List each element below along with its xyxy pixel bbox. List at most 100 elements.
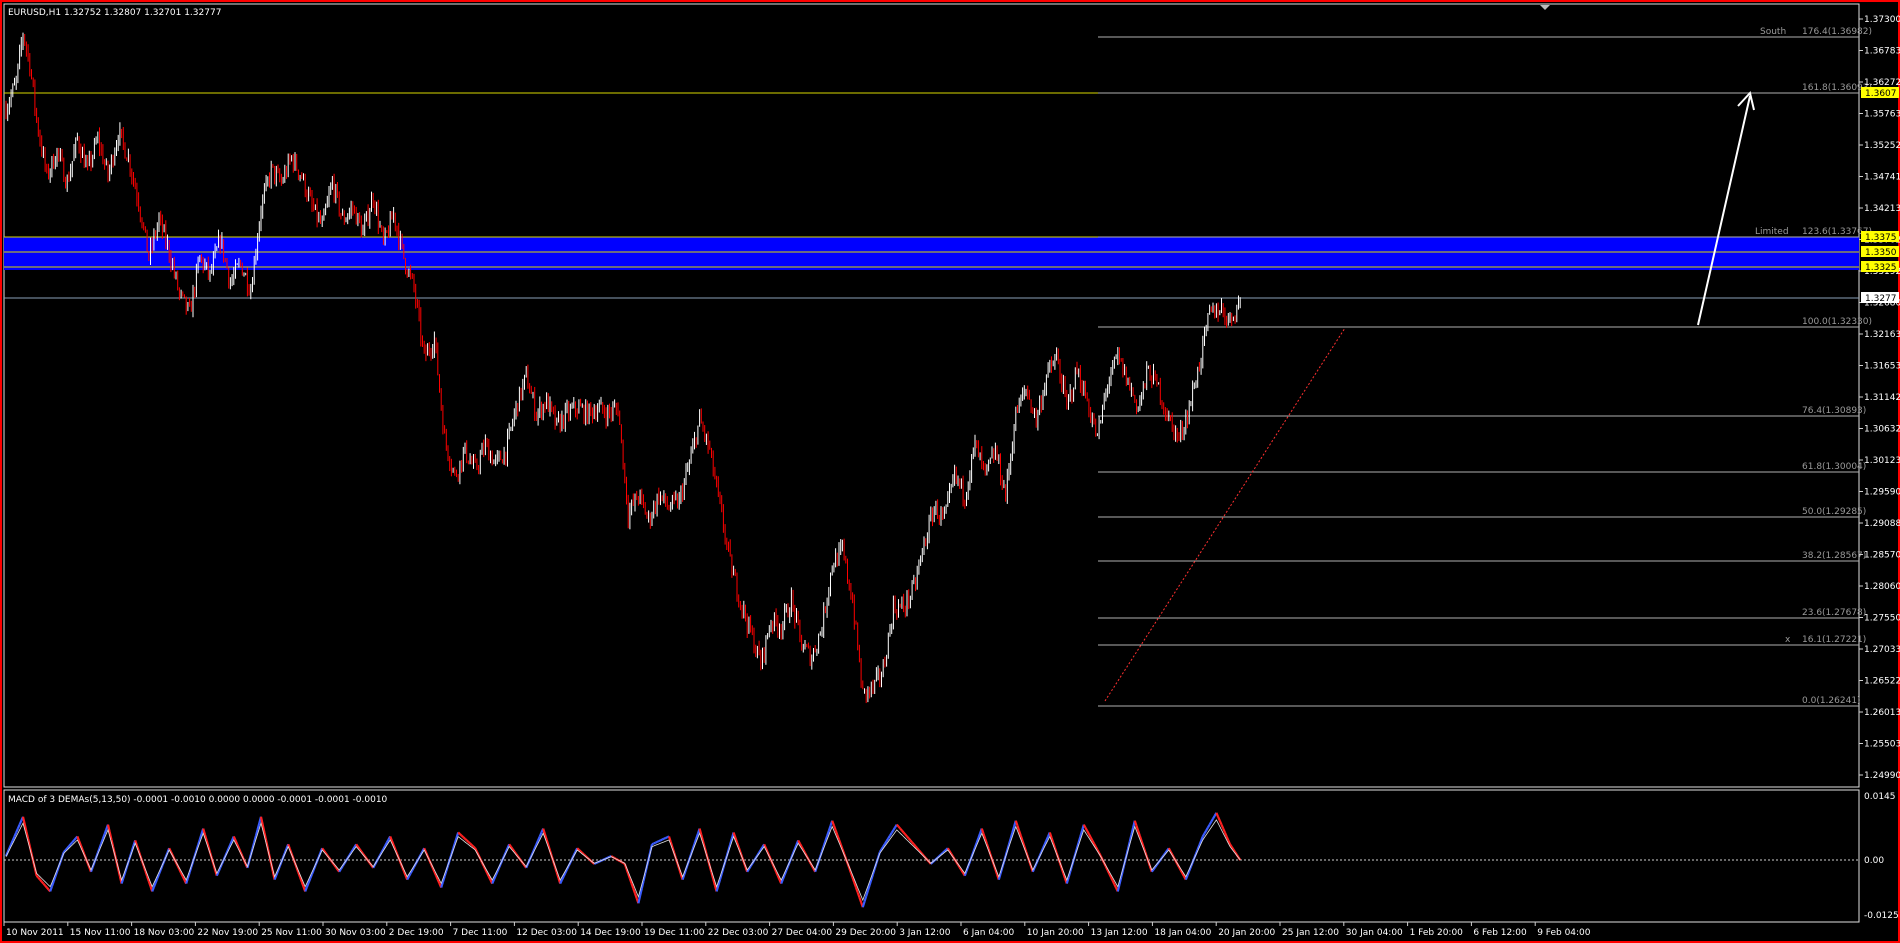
macd-segment <box>472 845 476 850</box>
fib-level-label: South <box>1760 27 1786 37</box>
macd-segment <box>660 838 663 842</box>
macd-segment <box>895 823 900 828</box>
fib-level-value: 50.0(1.29285) <box>1802 507 1866 517</box>
price-axis-label: 1.28570 <box>1864 551 1900 561</box>
price-axis-label: 1.32163 <box>1864 330 1900 340</box>
macd-segment <box>831 820 835 826</box>
fibonacci-expansion[interactable]: 176.4(1.36982)South161.8(1.36093)123.6(1… <box>1098 27 1872 707</box>
macd-segment <box>1205 827 1209 832</box>
main-panel-border <box>3 3 1860 788</box>
projection-arrow[interactable] <box>1697 90 1755 326</box>
indicator-axis-label: 0.00 <box>1864 856 1884 866</box>
macd-segment <box>914 845 919 849</box>
macd-segment <box>576 847 580 851</box>
macd-segment <box>15 828 19 833</box>
macd-segment <box>40 880 45 885</box>
macd-segment <box>663 836 667 840</box>
macd-segment <box>661 837 665 841</box>
macd-segment <box>1218 820 1223 826</box>
time-axis-label: 18 Jan 04:00 <box>1154 928 1211 938</box>
macd-segment <box>385 839 390 844</box>
macd-segment <box>68 843 72 847</box>
shift-marker-icon[interactable] <box>1540 5 1550 10</box>
macd-segment <box>653 841 656 845</box>
time-axis-label: 22 Nov 19:00 <box>197 928 258 938</box>
macd-segment <box>465 839 470 843</box>
time-axis-label: 13 Jan 12:00 <box>1091 928 1148 938</box>
macd-segment <box>71 839 75 844</box>
time-axis-label: 7 Dec 11:00 <box>453 928 508 938</box>
fib-level-value: 23.6(1.27678) <box>1802 608 1866 618</box>
macd-segment <box>355 843 359 848</box>
time-axis-label: 27 Dec 04:00 <box>772 928 833 938</box>
macd-segment <box>633 893 638 899</box>
macd-indicator <box>4 812 1242 908</box>
fib-level-label: Limited <box>1755 227 1789 237</box>
macd-segment <box>889 832 893 837</box>
fib-level-value: 38.2(1.28567) <box>1802 551 1866 561</box>
macd-segment <box>656 840 660 843</box>
macd-segment <box>69 841 74 845</box>
macd-segment <box>912 843 917 847</box>
price-tag: 1.3375 <box>1865 233 1897 243</box>
macd-signal-line <box>5 819 1241 902</box>
time-axis-label: 30 Nov 03:00 <box>325 928 386 938</box>
macd-segment <box>73 837 77 842</box>
price-tag: 1.3325 <box>1865 263 1897 273</box>
price-axis-label: 1.34213 <box>1864 204 1900 214</box>
macd-segment <box>897 825 902 830</box>
macd-segment <box>1135 825 1140 832</box>
macd-segment <box>464 837 468 842</box>
macd-segment <box>151 886 155 892</box>
indicator-axis-label: -0.0125 <box>1864 911 1899 921</box>
indicator-panel-border <box>3 789 1860 923</box>
macd-segment <box>1084 827 1089 832</box>
macd-segment <box>457 831 461 835</box>
time-axis-label: 10 Nov 2011 <box>6 928 64 938</box>
macd-segment <box>1217 816 1221 822</box>
resistance-zone[interactable] <box>4 237 1859 270</box>
macd-segment <box>18 820 23 826</box>
fib-level-label: x <box>1785 635 1791 645</box>
macd-segment <box>1201 832 1206 837</box>
macd-segment <box>39 878 43 883</box>
time-axis-label: 29 Dec 20:00 <box>835 928 896 938</box>
time-axis-label: 25 Jan 12:00 <box>1282 928 1339 938</box>
macd-segment <box>35 875 40 879</box>
time-axis-label: 19 Dec 11:00 <box>644 928 705 938</box>
macd-segment <box>471 844 475 848</box>
time-axis-label: 30 Jan 04:00 <box>1346 928 1403 938</box>
macd-segment <box>1222 828 1226 833</box>
macd-segment <box>538 832 543 837</box>
macd-segment <box>885 837 890 842</box>
macd-segment <box>45 886 50 891</box>
macd-segment <box>854 887 859 893</box>
price-axis-label: 1.36783 <box>1864 47 1900 57</box>
indicator-axis-label: 0.0145 <box>1864 792 1896 802</box>
price-axis: 1.37300 1.36783 1.36272 1.35763 1.35252 1.347… <box>1859 15 1900 781</box>
macd-segment <box>1223 832 1228 837</box>
macd-segment <box>902 831 907 836</box>
macd-segment <box>304 886 308 892</box>
price-axis-label: 1.31653 <box>1864 362 1900 372</box>
macd-segment <box>1082 824 1087 829</box>
macd-segment <box>1220 824 1225 829</box>
macd-segment <box>44 884 48 889</box>
macd-segment <box>469 842 473 846</box>
macd-segment <box>911 841 915 845</box>
fib-level-value: 76.4(1.30893) <box>1802 406 1866 416</box>
macd-segment <box>1086 830 1090 835</box>
chart-canvas[interactable]: 176.4(1.36982)South161.8(1.36093)123.6(1… <box>0 0 1900 943</box>
macd-segment <box>887 835 891 839</box>
time-axis-label: 6 Jan 04:00 <box>963 928 1015 938</box>
price-axis-label: 1.34741 <box>1864 173 1900 183</box>
time-axis-label: 9 Feb 04:00 <box>1537 928 1591 938</box>
macd-segment <box>651 842 655 846</box>
macd-segment <box>16 824 21 829</box>
time-axis-label: 1 Feb 20:00 <box>1410 928 1464 938</box>
price-axis-label: 1.30123 <box>1864 456 1900 466</box>
macd-segment <box>1210 818 1214 823</box>
time-axis-label: 3 Jan 12:00 <box>899 928 951 938</box>
macd-segment <box>863 895 868 902</box>
macd-segment <box>665 836 668 839</box>
